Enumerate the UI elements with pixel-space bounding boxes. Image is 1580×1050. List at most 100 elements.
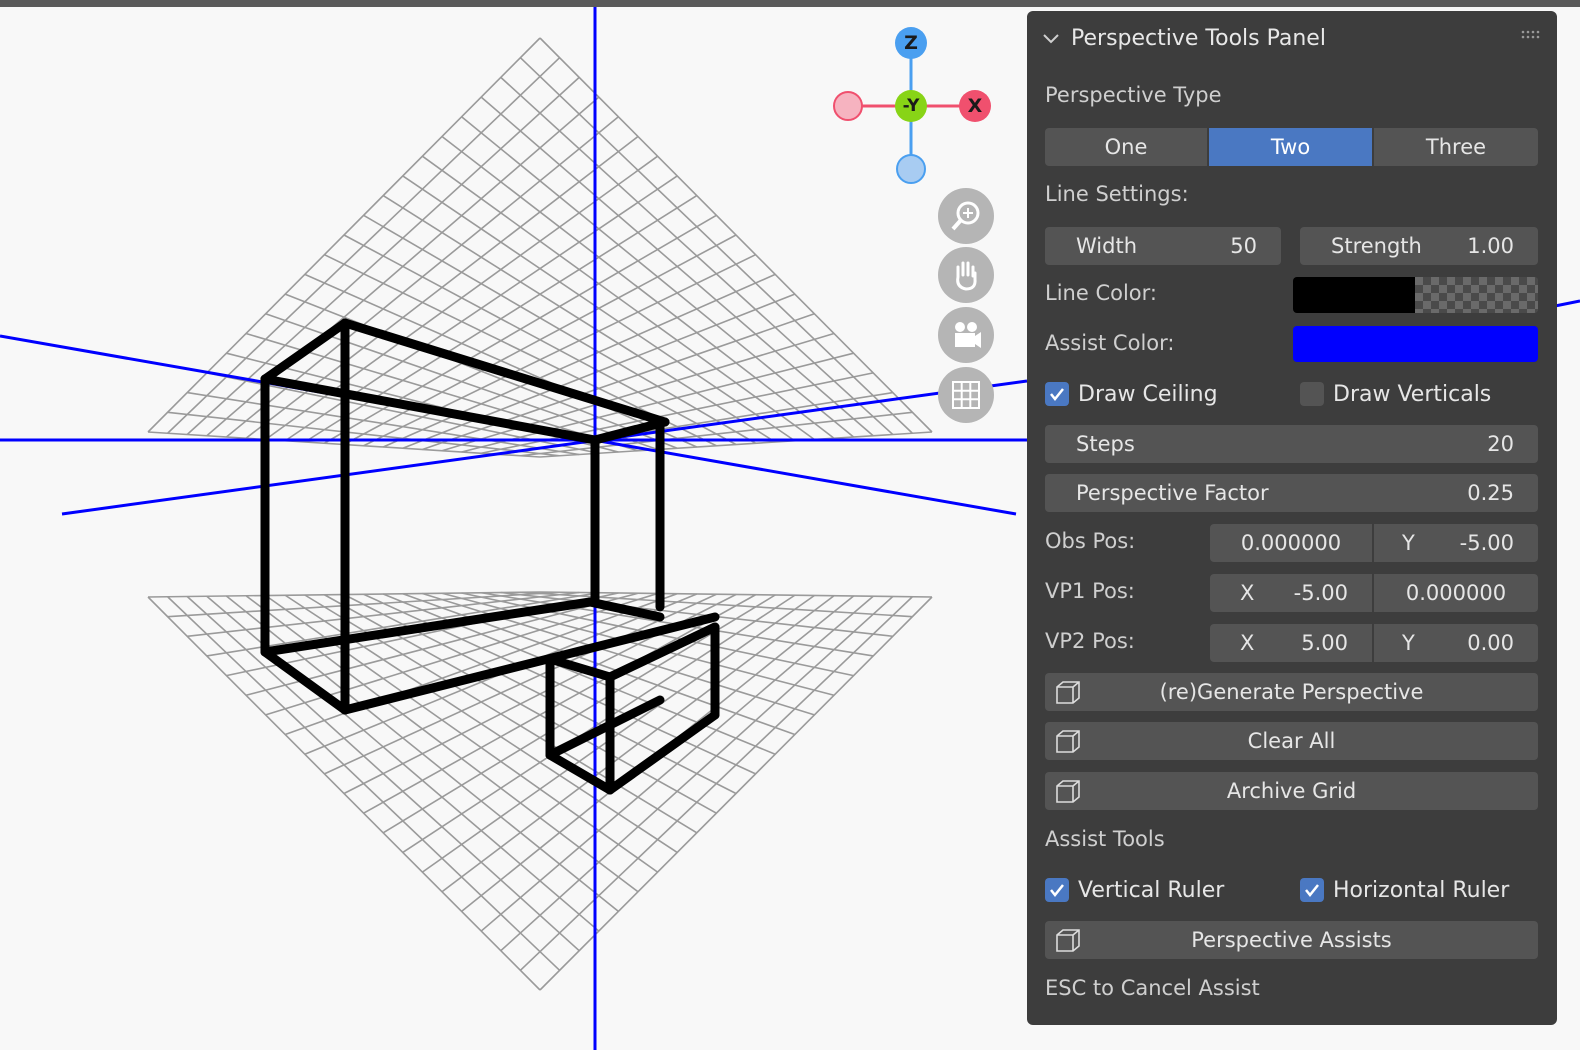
- perspective-type-selector: One Two Three: [1045, 128, 1538, 166]
- obs-pos-x-field[interactable]: 0.000000: [1210, 524, 1372, 562]
- draw-ceiling-checkbox[interactable]: Draw Ceiling: [1045, 379, 1218, 409]
- y-axis-label: -Y: [902, 96, 920, 116]
- grid-view-button[interactable]: [938, 367, 994, 423]
- vp1-pos-label: VP1 Pos:: [1045, 579, 1135, 603]
- perspective-factor-field[interactable]: Perspective Factor 0.25: [1045, 474, 1538, 512]
- vp2-pos-x-value: 5.00: [1301, 631, 1348, 655]
- x-axis-handle[interactable]: X: [959, 90, 991, 122]
- draw-ceiling-label: Draw Ceiling: [1078, 381, 1218, 407]
- draw-verticals-label: Draw Verticals: [1333, 381, 1492, 407]
- width-field-value: 50: [1230, 234, 1257, 258]
- clear-all-button[interactable]: Clear All: [1045, 722, 1538, 760]
- obs-pos-y-field[interactable]: Y -5.00: [1374, 524, 1538, 562]
- steps-field-value: 20: [1487, 432, 1514, 456]
- horizontal-ruler-label: Horizontal Ruler: [1333, 877, 1510, 903]
- line-color-swatch[interactable]: [1293, 277, 1538, 313]
- neg-y-axis-handle[interactable]: -Y: [895, 90, 927, 122]
- camera-button[interactable]: [938, 307, 994, 363]
- draw-ceiling-check-box[interactable]: [1045, 382, 1069, 406]
- checkmark-icon: [1305, 884, 1319, 898]
- steps-field[interactable]: Steps 20: [1045, 425, 1538, 463]
- obs-pos-x-value: 0.000000: [1240, 531, 1342, 555]
- assist-color-swatch[interactable]: [1293, 326, 1538, 362]
- regenerate-perspective-label: (re)Generate Perspective: [1159, 680, 1424, 704]
- zoom-icon: [951, 201, 980, 231]
- width-field[interactable]: Width 50: [1045, 227, 1281, 265]
- horizontal-ruler-checkbox[interactable]: Horizontal Ruler: [1300, 875, 1509, 905]
- vp2-pos-y-value: 0.00: [1467, 631, 1514, 655]
- vp2-pos-y-field[interactable]: Y 0.00: [1374, 624, 1538, 662]
- neg-x-axis-handle[interactable]: [833, 91, 863, 121]
- width-field-label: Width: [1076, 234, 1138, 258]
- vp2-pos-label: VP2 Pos:: [1045, 629, 1135, 653]
- perspective-assists-button[interactable]: Perspective Assists: [1045, 921, 1538, 959]
- perspective-tools-panel: Perspective Tools Panel Perspective Type…: [1027, 11, 1557, 1025]
- obs-pos-label: Obs Pos:: [1045, 529, 1136, 553]
- vp2-pos-x-label: X: [1240, 631, 1255, 655]
- perspective-factor-value: 0.25: [1467, 481, 1514, 505]
- pan-button[interactable]: [938, 247, 994, 303]
- cube-icon: [1056, 730, 1080, 753]
- strength-field-value: 1.00: [1467, 234, 1514, 258]
- cube-icon: [1056, 929, 1080, 952]
- obs-pos-y-label: Y: [1402, 531, 1415, 555]
- obs-pos-y-value: -5.00: [1459, 531, 1514, 555]
- draw-verticals-checkbox[interactable]: Draw Verticals: [1300, 379, 1491, 409]
- floor-grid-line: [167, 596, 561, 971]
- vp-assist-line: [1554, 299, 1580, 308]
- vp2-pos-x-field[interactable]: X 5.00: [1210, 624, 1372, 662]
- horizontal-ruler-check-box[interactable]: [1300, 878, 1324, 902]
- cube-icon: [1056, 780, 1080, 803]
- vp-assist-line: [61, 379, 1028, 516]
- vp1-pos-y-field[interactable]: 0.000000: [1374, 574, 1538, 612]
- draw-verticals-check-box[interactable]: [1300, 382, 1324, 406]
- perspective-assists-label: Perspective Assists: [1191, 928, 1392, 952]
- zoom-button[interactable]: [938, 188, 994, 244]
- z-axis-label: Z: [904, 32, 918, 54]
- esc-hint: ESC to Cancel Assist: [1045, 976, 1260, 1000]
- vp1-pos-x-field[interactable]: X -5.00: [1210, 574, 1372, 612]
- archive-grid-label: Archive Grid: [1226, 779, 1357, 803]
- type-option-one-label: One: [1104, 135, 1148, 159]
- vertical-ruler-check-box[interactable]: [1045, 878, 1069, 902]
- floor-grid-line: [539, 596, 933, 991]
- z-axis-handle[interactable]: Z: [895, 27, 927, 59]
- line-color-solid: [1293, 277, 1415, 313]
- x-axis-label: X: [967, 95, 983, 117]
- vp1-pos-y-value: 0.000000: [1405, 581, 1507, 605]
- line-color-label: Line Color:: [1045, 281, 1157, 305]
- line-color-alpha-checker: [1415, 277, 1538, 313]
- vp1-pos-x-label: X: [1240, 581, 1255, 605]
- type-option-two[interactable]: Two: [1209, 128, 1372, 166]
- assist-tools-label: Assist Tools: [1045, 827, 1165, 851]
- chevron-down-icon[interactable]: [1041, 28, 1061, 48]
- vertical-ruler-checkbox[interactable]: Vertical Ruler: [1045, 875, 1224, 905]
- line-settings-label: Line Settings:: [1045, 182, 1189, 206]
- vertical-ruler-label: Vertical Ruler: [1078, 877, 1225, 903]
- assist-color-label: Assist Color:: [1045, 331, 1175, 355]
- type-option-one[interactable]: One: [1045, 128, 1207, 166]
- checkmark-icon: [1050, 388, 1064, 402]
- cube-icon: [1056, 681, 1080, 704]
- vp2-pos-y-label: Y: [1402, 631, 1415, 655]
- type-option-three[interactable]: Three: [1374, 128, 1538, 166]
- perspective-factor-label: Perspective Factor: [1076, 481, 1269, 505]
- steps-field-label: Steps: [1076, 432, 1135, 456]
- strength-field[interactable]: Strength 1.00: [1300, 227, 1538, 265]
- grid-view-icon: [952, 381, 980, 409]
- checkmark-icon: [1050, 884, 1064, 898]
- perspective-type-label: Perspective Type: [1045, 83, 1222, 107]
- drag-handle-icon[interactable]: [1521, 29, 1543, 41]
- panel-header[interactable]: Perspective Tools Panel: [1041, 23, 1326, 53]
- type-option-two-label: Two: [1270, 135, 1311, 159]
- type-option-three-label: Three: [1425, 135, 1487, 159]
- vp1-pos-x-value: -5.00: [1293, 581, 1348, 605]
- panel-title: Perspective Tools Panel: [1071, 25, 1326, 51]
- neg-z-axis-handle[interactable]: [896, 154, 926, 184]
- archive-grid-button[interactable]: Archive Grid: [1045, 772, 1538, 810]
- camera-icon: [955, 322, 981, 348]
- top-header-bar: [0, 0, 1580, 7]
- clear-all-label: Clear All: [1247, 729, 1336, 753]
- regenerate-perspective-button[interactable]: (re)Generate Perspective: [1045, 673, 1538, 711]
- strength-field-label: Strength: [1331, 234, 1422, 258]
